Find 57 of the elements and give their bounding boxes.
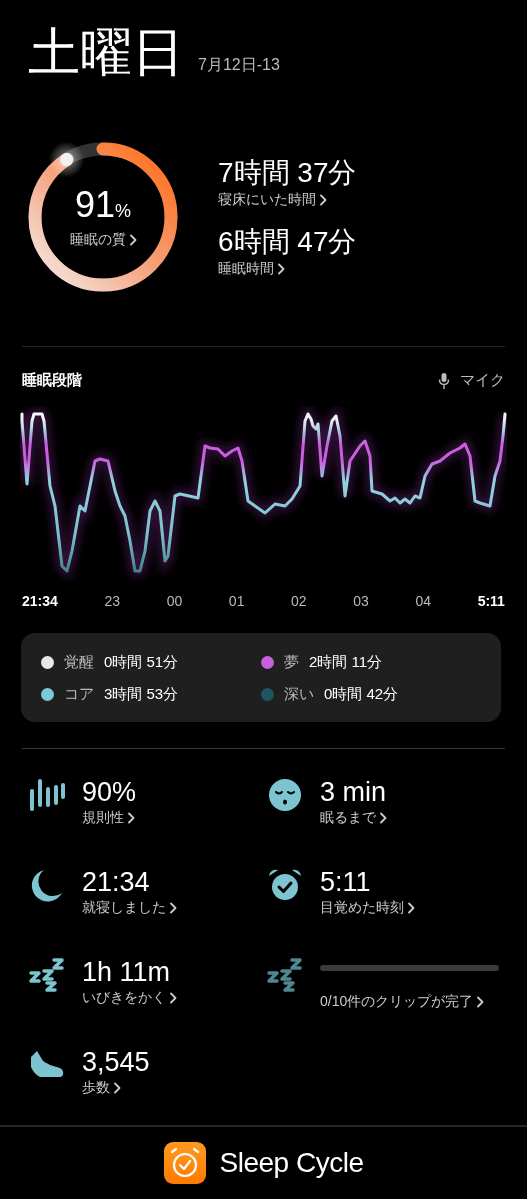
axis-label: 01 <box>228 593 245 609</box>
metric-link[interactable]: 就寝しました <box>82 899 266 917</box>
microphone-icon <box>438 371 450 390</box>
metric-link[interactable]: 歩数 <box>82 1079 266 1097</box>
section-title: 睡眠段階 <box>22 371 82 390</box>
chevron-icon <box>113 1082 121 1094</box>
metric-value: 1h 11m <box>82 956 172 989</box>
metric-value: 3 min <box>320 776 388 809</box>
chevron-icon <box>319 194 327 206</box>
chevron-icon <box>169 902 177 914</box>
chevron-icon <box>127 812 135 824</box>
legend-label: 夢 <box>284 653 299 672</box>
legend-value: 3時間 53分 <box>104 685 179 704</box>
quality-score: 91% <box>74 185 132 227</box>
legend-value: 2時間 11分 <box>309 653 383 672</box>
snore-icon <box>28 957 66 993</box>
chevron-icon <box>379 812 387 824</box>
chevron-icon <box>476 996 485 1008</box>
metric-link[interactable]: 規則性 <box>82 809 266 827</box>
axis-label: 00 <box>166 593 183 609</box>
duration-link[interactable]: 寝床にいた時間 <box>218 191 327 209</box>
alarm-clock-icon <box>266 867 304 903</box>
source-label: マイク <box>460 371 505 390</box>
axis-label: 04 <box>415 593 432 609</box>
snore-icon <box>266 957 304 993</box>
quality-link[interactable]: 睡眠の質 <box>69 231 137 249</box>
metric-link[interactable]: いびきをかく <box>82 989 266 1007</box>
chevron-icon <box>169 992 177 1004</box>
metric-link[interactable]: 眠るまで <box>320 809 505 827</box>
app-name: Sleep Cycle <box>219 1147 364 1179</box>
legend-label: コア <box>64 685 94 704</box>
legend-label: 覚醒 <box>64 653 94 672</box>
axis-label: 21:34 <box>22 593 58 609</box>
metric-value: 21:34 <box>82 866 151 899</box>
bars-icon <box>28 777 66 813</box>
chevron-icon <box>407 902 415 914</box>
legend-value: 0時間 42分 <box>324 685 399 704</box>
axis-label: 23 <box>104 593 120 609</box>
axis-label: 5:11 <box>477 593 505 609</box>
duration-value: 6時間 47分 <box>218 225 357 259</box>
metric-value: 5:11 <box>320 866 372 899</box>
axis-label: 03 <box>353 593 369 609</box>
duration-link[interactable]: 睡眠時間 <box>218 260 285 278</box>
metric-link[interactable]: 目覚めた時刻 <box>320 899 505 917</box>
legend-label: 深い <box>284 685 314 704</box>
duration-value: 7時間 37分 <box>218 156 357 190</box>
axis-label: 02 <box>291 593 307 609</box>
chevron-icon <box>277 263 285 275</box>
legend-value: 0時間 51分 <box>104 653 179 672</box>
chevron-icon <box>128 234 137 246</box>
metric-value: 3,545 <box>82 1046 151 1079</box>
metric-link[interactable]: 0/10件のクリップが完了 <box>320 993 505 1011</box>
sleeping-face-icon <box>266 777 304 813</box>
date-range: 7月12日-13 <box>198 55 280 75</box>
day-title: 土曜日 <box>28 22 184 83</box>
metric-value: 90% <box>82 776 138 809</box>
app-logo-icon <box>163 1142 206 1184</box>
